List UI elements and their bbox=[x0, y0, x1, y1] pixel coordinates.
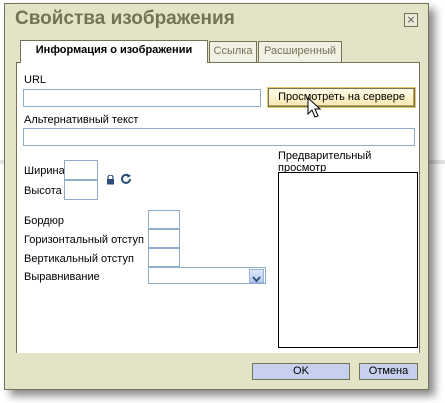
lock-icon[interactable] bbox=[106, 175, 115, 185]
tab-image-info[interactable]: Информация о изображении bbox=[20, 40, 208, 63]
preview-area bbox=[278, 172, 418, 348]
height-input[interactable] bbox=[64, 180, 98, 200]
border-label: Бордюр bbox=[24, 215, 64, 227]
url-input[interactable] bbox=[23, 89, 261, 107]
align-select[interactable] bbox=[148, 267, 266, 284]
border-input[interactable] bbox=[148, 210, 180, 229]
hspace-label: Горизонтальный отступ bbox=[24, 234, 144, 246]
tab-panel-image-info: URL Просмотреть на сервере Альтернативны… bbox=[16, 62, 420, 354]
tab-advanced[interactable]: Расширенный bbox=[258, 41, 342, 62]
alt-text-label: Альтернативный текст bbox=[24, 114, 139, 126]
hspace-input[interactable] bbox=[148, 229, 180, 248]
dialog-titlebar[interactable]: Свойства изображения × bbox=[5, 4, 428, 36]
close-icon[interactable]: × bbox=[404, 13, 418, 27]
reset-size-icon[interactable] bbox=[120, 173, 132, 185]
cancel-button[interactable]: Отмена bbox=[359, 363, 418, 380]
tab-link[interactable]: Ссылка bbox=[209, 41, 257, 62]
width-input[interactable] bbox=[64, 160, 98, 180]
width-label: Ширина bbox=[24, 165, 65, 177]
dialog-footer: OK Отмена bbox=[5, 353, 428, 389]
height-label: Высота bbox=[24, 185, 62, 197]
align-label: Выравнивание bbox=[24, 271, 100, 283]
vspace-label: Вертикальный отступ bbox=[24, 253, 134, 265]
ok-button[interactable]: OK bbox=[252, 363, 350, 380]
chevron-down-icon[interactable] bbox=[249, 269, 264, 283]
mouse-pointer-icon bbox=[307, 97, 322, 118]
alt-text-input[interactable] bbox=[23, 128, 415, 146]
dialog-title: Свойства изображения bbox=[15, 8, 235, 29]
image-properties-dialog: Свойства изображения × Информация о изоб… bbox=[4, 3, 429, 390]
url-label: URL bbox=[24, 74, 47, 86]
browse-server-button[interactable]: Просмотреть на сервере bbox=[268, 88, 415, 107]
vspace-input[interactable] bbox=[148, 248, 180, 267]
preview-label: Предварительный просмотр bbox=[278, 150, 372, 174]
